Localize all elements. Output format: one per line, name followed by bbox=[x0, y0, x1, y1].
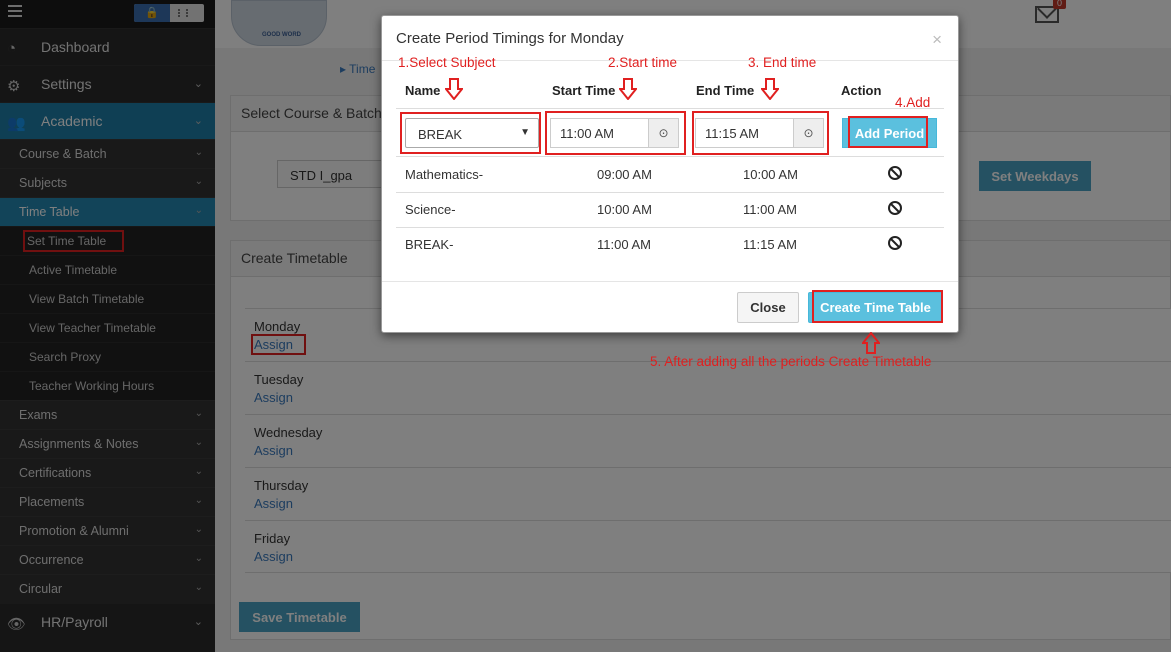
column-header-action: Action bbox=[841, 83, 882, 98]
period-start: 11:00 AM bbox=[597, 237, 651, 252]
annotation-step3: 3. End time bbox=[748, 55, 817, 70]
period-end: 10:00 AM bbox=[743, 167, 798, 182]
period-row: Science- 10:00 AM 11:00 AM bbox=[396, 192, 944, 227]
divider bbox=[396, 108, 944, 109]
annotation-step2: 2.Start time bbox=[608, 55, 678, 70]
annotation-step5: 5. After adding all the periods Create T… bbox=[650, 354, 932, 369]
close-icon[interactable]: × bbox=[932, 30, 942, 50]
modal-title: Create Period Timings for Monday bbox=[396, 30, 624, 47]
highlight-box bbox=[545, 111, 686, 155]
period-end: 11:00 AM bbox=[743, 202, 797, 217]
period-name: BREAK- bbox=[405, 237, 454, 252]
divider bbox=[382, 281, 958, 282]
column-header-name: Name bbox=[405, 83, 441, 98]
highlight-box bbox=[848, 116, 928, 148]
period-row: BREAK- 11:00 AM 11:15 AM bbox=[396, 227, 944, 262]
remove-period-icon[interactable] bbox=[888, 201, 902, 215]
down-arrow-icon bbox=[761, 78, 779, 100]
highlight-box bbox=[812, 290, 943, 323]
period-start: 10:00 AM bbox=[597, 202, 652, 217]
period-start: 09:00 AM bbox=[597, 167, 652, 182]
period-name: Science- bbox=[405, 202, 456, 217]
annotation-step1: 1.Select Subject bbox=[398, 55, 496, 70]
column-header-end-time: End Time bbox=[696, 83, 755, 98]
highlight-box bbox=[400, 112, 541, 154]
annotation-step4: 4.Add bbox=[895, 95, 931, 110]
close-button[interactable]: Close bbox=[737, 292, 799, 323]
up-arrow-icon bbox=[862, 332, 880, 354]
down-arrow-icon bbox=[619, 78, 637, 100]
highlight-box bbox=[692, 111, 829, 155]
column-header-start-time: Start Time bbox=[552, 83, 616, 98]
period-end: 11:15 AM bbox=[743, 237, 797, 252]
remove-period-icon[interactable] bbox=[888, 166, 902, 180]
period-name: Mathematics- bbox=[405, 167, 484, 182]
remove-period-icon[interactable] bbox=[888, 236, 902, 250]
down-arrow-icon bbox=[445, 78, 463, 100]
period-row: Mathematics- 09:00 AM 10:00 AM bbox=[396, 157, 944, 192]
